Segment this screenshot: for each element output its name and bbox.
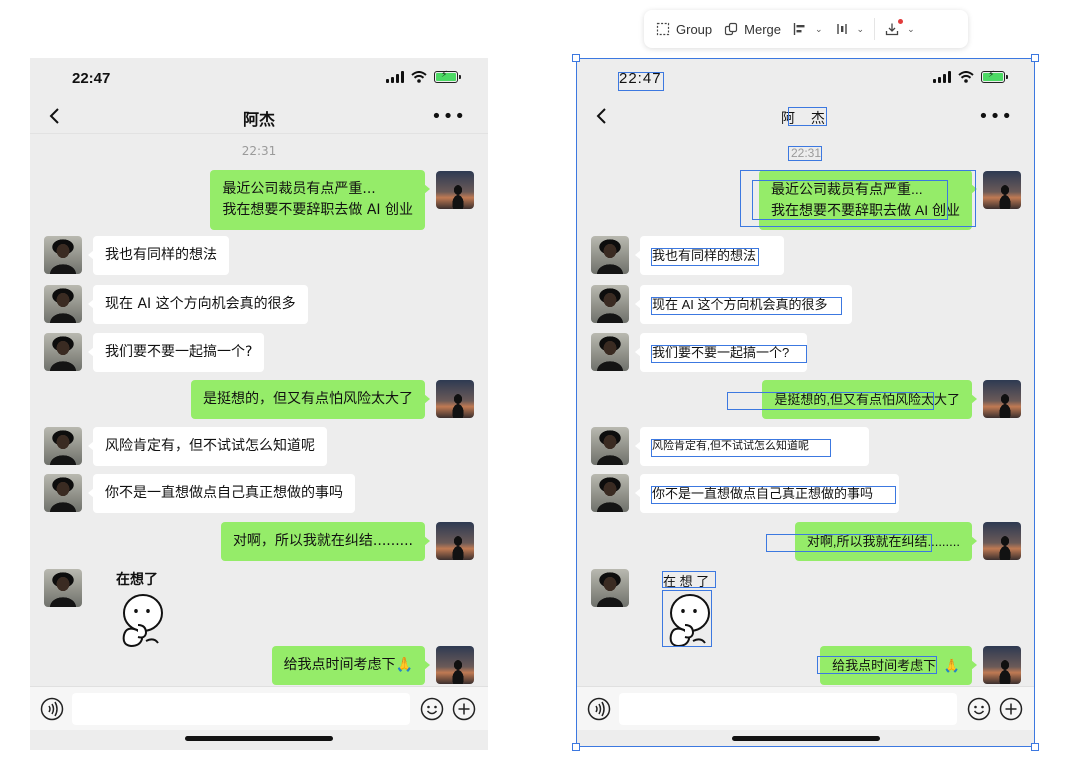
message-bubble-in[interactable]: 风险肯定有，但不试试怎么知道呢 [88,427,327,466]
plus-icon[interactable] [999,697,1023,721]
message-bubble-in[interactable]: 现在 AI 这个方向机会真的很多 [88,285,308,324]
chat-title: 阿杰 [242,110,275,129]
export-icon [885,23,899,36]
align-dropdown[interactable]: ⌄ [787,14,829,44]
avatar-friend[interactable] [44,333,82,371]
status-time: 22:47 [619,70,662,87]
group-label: Group [676,21,713,37]
avatar-friend[interactable] [591,569,629,607]
sticker-caption: 在想了 [116,572,158,588]
wifi-icon [958,71,974,83]
chevron-down-icon: ⌄ [815,23,823,34]
home-indicator [732,736,880,741]
message-bubble-out[interactable]: 给我点时间考虑下🙏 [271,646,431,685]
message-input[interactable] [619,693,957,725]
avatar-friend[interactable] [591,236,629,274]
status-time: 22:47 [72,70,111,87]
chat-timestamp[interactable]: 22:31 [577,146,1035,160]
resize-handle[interactable] [1031,743,1039,751]
more-icon[interactable]: ••• [978,106,1013,127]
avatar-me[interactable] [436,380,474,418]
avatar-friend[interactable] [591,285,629,323]
toolbar-divider [874,18,876,40]
message-bubble-out[interactable]: 最近公司裁员有点严重... 我在想要不要辞职去做 AI 创业 [758,170,978,230]
avatar-me[interactable] [983,171,1021,209]
resize-handle[interactable] [572,743,580,751]
message-bubble-in[interactable]: 现在 AI 这个方向机会真的很多 [635,285,852,324]
message-bubble-in[interactable]: 我们要不要一起搞一个? [87,333,265,372]
message-bubble-out[interactable]: 对啊,所以我就在纠结......... [794,522,978,561]
sticker-caption[interactable]: 在 想 了 [663,571,709,590]
avatar-friend[interactable] [44,285,82,323]
more-icon[interactable]: ••• [431,106,466,127]
chevron-down-icon: ⌄ [856,23,865,34]
message-bubble-in[interactable]: 你不是一直想做点自己真正想做的事吗 [88,474,355,513]
chat-nav-bar: 阿杰 ••• [30,100,488,134]
status-bar: 22:47 ⚡ [577,58,1035,100]
merge-button[interactable]: Merge [718,14,787,44]
message-bubble-in[interactable]: 风险肯定有,但不试试怎么知道呢 [634,427,870,466]
chat-title[interactable]: 阿 杰 [577,108,1035,128]
voice-icon[interactable] [587,697,611,721]
message-input[interactable] [72,693,410,725]
align-icon [793,23,805,35]
group-button[interactable]: Group [650,14,718,44]
avatar-friend[interactable] [44,427,82,465]
message-bubble-in[interactable]: 我们要不要一起搞一个? [634,333,808,372]
merge-label: Merge [744,21,781,37]
distribute-icon [836,24,847,34]
message-bubble-out[interactable]: 是挺想的，但又有点怕风险太大了 [191,380,430,419]
chat-input-bar [577,686,1035,730]
chat-timestamp: 22:31 [241,144,277,158]
avatar-me[interactable] [983,380,1021,418]
status-bar: 22:47 ⚡ [30,58,488,100]
avatar-me[interactable] [436,646,474,684]
plus-icon[interactable] [452,697,476,721]
group-icon [656,22,670,36]
avatar-friend[interactable] [591,474,629,512]
distribute-dropdown[interactable]: ⌄ [829,14,871,44]
resize-handle[interactable] [1031,54,1039,62]
avatar-friend[interactable] [591,427,629,465]
avatar-me[interactable] [436,522,474,560]
message-bubble-out[interactable]: 给我点时间考虑下 🙏 [820,646,977,685]
status-icons: ⚡ [933,70,1008,83]
battery-icon: ⚡ [434,70,461,83]
emoji-icon[interactable] [967,697,991,721]
message-bubble-in[interactable]: 你不是一直想做点自己真正想做的事吗 [634,474,900,513]
status-icons: ⚡ [386,70,461,83]
message-bubble-out[interactable]: 最近公司裁员有点严重... 我在想要不要辞职去做 AI 创业 [210,170,430,230]
message-bubble-in[interactable]: 我也有同样的想法 [88,236,229,275]
chat-nav-bar: 阿 杰 ••• [577,100,1035,134]
design-toolbar: Group Merge ⌄ ⌄ ⌄ [644,10,968,48]
message-bubble-out[interactable]: 是挺想的,但又有点怕风险太大了 [762,380,977,419]
avatar-friend[interactable] [591,333,629,371]
emoji-icon[interactable] [420,697,444,721]
chat-screen-annotated[interactable]: 22:47 ⚡ 阿 杰 ••• 22:31 最近公司裁员有点严重... 我在想要… [577,58,1035,746]
battery-icon: ⚡ [981,70,1008,83]
resize-handle[interactable] [572,54,580,62]
signal-icon [386,71,404,83]
avatar-friend[interactable] [44,474,82,512]
voice-icon[interactable] [40,697,64,721]
avatar-friend[interactable] [44,569,82,607]
home-indicator [185,736,333,741]
avatar-me[interactable] [436,171,474,209]
thinking-sticker[interactable] [663,591,713,649]
export-dropdown[interactable]: ⌄ [879,14,921,44]
message-bubble-out[interactable]: 对啊，所以我就在纠结......... [220,522,431,561]
merge-icon [725,22,738,36]
wifi-icon [411,71,427,83]
chat-input-bar [30,686,488,730]
thinking-sticker[interactable] [116,591,166,649]
signal-icon [933,71,951,83]
chat-screen-preview: 22:47 ⚡ 阿杰 ••• 22:31 最近公司裁员有点严重... 我在想要不… [30,58,488,750]
notification-dot [898,19,904,24]
message-bubble-in[interactable]: 我也有同样的想法 [634,236,785,275]
avatar-me[interactable] [983,522,1021,560]
avatar-friend[interactable] [44,236,82,274]
chevron-down-icon: ⌄ [907,23,915,34]
avatar-me[interactable] [983,646,1021,684]
